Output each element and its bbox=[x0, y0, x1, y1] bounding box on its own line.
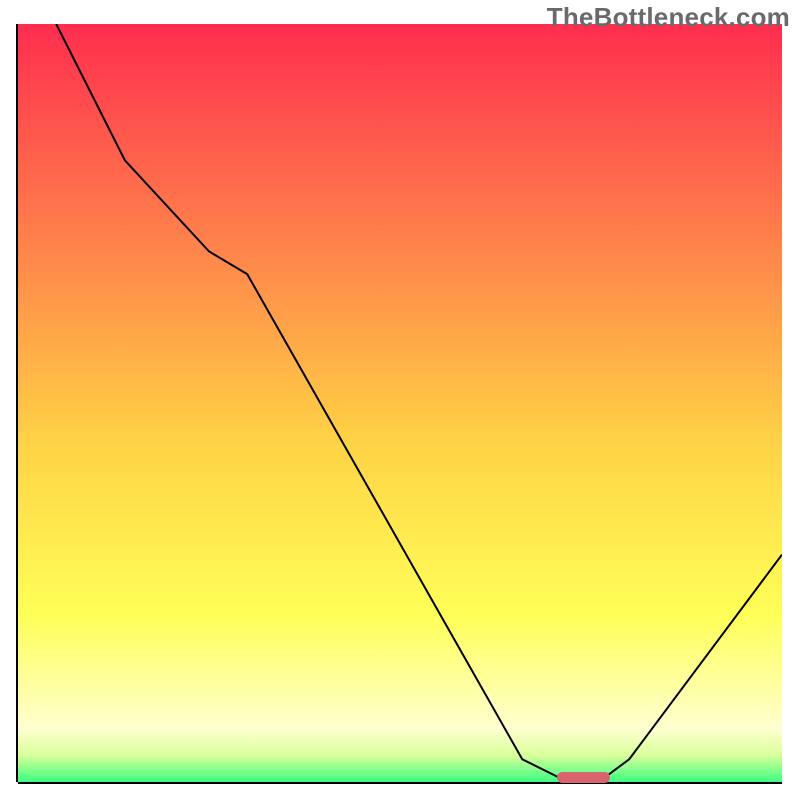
chart-container: TheBottleneck.com bbox=[0, 0, 800, 800]
chart-curve bbox=[18, 24, 782, 782]
minimum-marker bbox=[557, 772, 610, 783]
y-axis bbox=[16, 24, 18, 782]
x-axis bbox=[18, 782, 782, 784]
plot-area bbox=[18, 24, 782, 782]
watermark-text: TheBottleneck.com bbox=[547, 2, 790, 33]
